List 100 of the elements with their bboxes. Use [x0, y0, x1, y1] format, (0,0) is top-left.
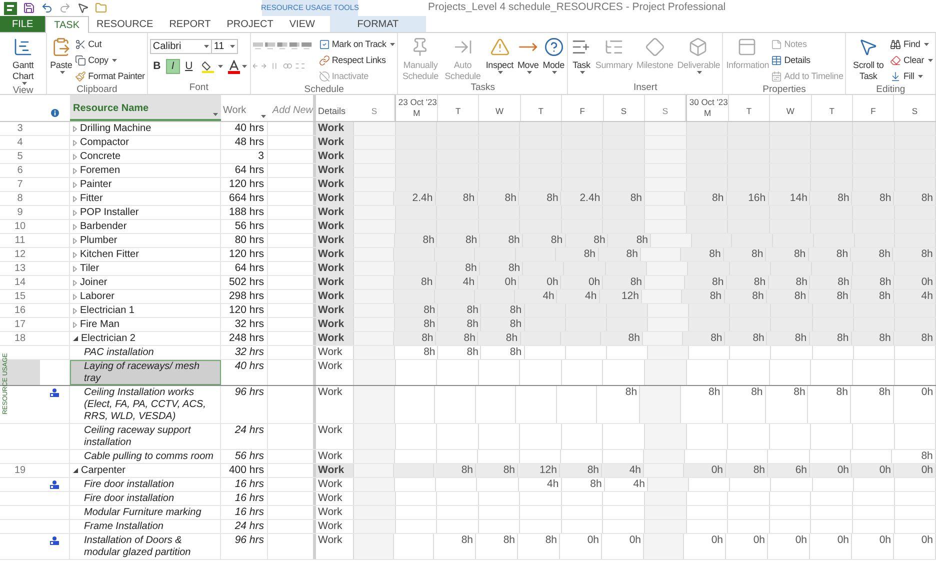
- resource-name: Fire door installation: [84, 478, 176, 491]
- column-header[interactable]: Work: [221, 95, 268, 121]
- resource-name-cell[interactable]: Fire Man: [70, 318, 221, 331]
- work-hours-cell: 8h: [893, 248, 936, 261]
- ribbon-tab[interactable]: VIEW: [281, 16, 323, 32]
- font-color-icon[interactable]: [228, 60, 248, 74]
- resource-name-cell[interactable]: Fitter: [70, 192, 221, 205]
- ribbon-tab[interactable]: RESOURCE: [88, 16, 162, 32]
- ribbon-button[interactable]: Mark on Track: [318, 37, 396, 52]
- ribbon-button[interactable]: Copy: [75, 53, 145, 68]
- add-column-header[interactable]: Add New: [268, 95, 313, 121]
- work-hours-cell: 8h: [437, 234, 480, 247]
- resource-name: Electrician 1: [80, 304, 136, 317]
- font-style-button[interactable]: B: [150, 59, 164, 74]
- resource-name-cell[interactable]: Laying of raceways/ mesh tray: [70, 360, 221, 385]
- ribbon-button[interactable]: Task: [570, 36, 592, 74]
- font-name-field[interactable]: Calibri: [150, 39, 212, 54]
- resource-name-cell[interactable]: Tiler: [70, 262, 221, 275]
- work-hours-cell: 8h: [481, 318, 525, 331]
- day-label: T: [454, 105, 462, 118]
- expand-arrow-icon[interactable]: [73, 308, 77, 314]
- work-hours-cell: 8h: [684, 276, 727, 289]
- ribbon-button[interactable]: Paste: [49, 36, 74, 74]
- expand-arrow-icon[interactable]: [73, 154, 77, 160]
- resource-name-cell[interactable]: POP Installer: [70, 206, 221, 219]
- expand-arrow-icon[interactable]: [73, 126, 77, 132]
- ribbon-tab[interactable]: TASK: [45, 16, 89, 33]
- touch-mode-icon[interactable]: [77, 2, 89, 14]
- resource-name-cell[interactable]: Installation of Doors & modular glazed partition: [70, 534, 221, 559]
- work-hours-cell: 8h: [724, 248, 766, 261]
- resource-name-cell[interactable]: Barbender: [70, 220, 221, 233]
- ribbon-button[interactable]: Respect Links: [318, 53, 396, 68]
- ribbon-tab[interactable]: FORMAT: [330, 16, 426, 32]
- resource-name-cell[interactable]: Carpenter: [70, 464, 221, 477]
- resource-name-cell[interactable]: Painter: [70, 178, 221, 191]
- resource-name-cell[interactable]: Kitchen Fitter: [70, 248, 221, 261]
- expand-arrow-icon[interactable]: [73, 252, 77, 258]
- resource-name-cell[interactable]: PAC installation: [70, 346, 221, 359]
- fill-down-icon: [890, 71, 902, 82]
- expand-arrow-icon[interactable]: [73, 196, 77, 202]
- font-style-button[interactable]: U: [182, 59, 196, 74]
- redo-icon[interactable]: [59, 2, 71, 14]
- resource-name-cell[interactable]: Fire door installation: [70, 492, 221, 505]
- ribbon-button[interactable]: Cut: [75, 37, 145, 52]
- undo-icon[interactable]: [41, 2, 53, 14]
- resource-name-cell[interactable]: Foremen: [70, 164, 221, 177]
- expand-arrow-icon[interactable]: [73, 280, 77, 286]
- resource-name-cell[interactable]: Concrete: [70, 150, 221, 163]
- ribbon-button[interactable]: Move: [516, 36, 540, 74]
- collapse-arrow-icon[interactable]: [73, 468, 78, 473]
- expand-arrow-icon[interactable]: [73, 238, 77, 244]
- resource-name-cell[interactable]: Electrician 1: [70, 304, 221, 317]
- fill-color-icon[interactable]: [202, 60, 224, 73]
- resource-name-cell[interactable]: Laborer: [70, 290, 221, 303]
- save-icon[interactable]: [23, 2, 35, 14]
- folder-icon[interactable]: [95, 2, 107, 14]
- ribbon-button[interactable]: Find: [890, 37, 933, 52]
- expand-arrow-icon[interactable]: [73, 294, 77, 300]
- ribbon-button[interactable]: Inspect: [484, 36, 514, 74]
- resource-name-cell[interactable]: Ceiling raceway support installation: [70, 424, 221, 449]
- ribbon-button[interactable]: Scroll to Task: [848, 36, 888, 82]
- ribbon-tab[interactable]: REPORT: [161, 16, 219, 32]
- help-icon: [544, 37, 564, 57]
- day-label: S: [910, 105, 919, 118]
- collapse-arrow-icon[interactable]: [73, 336, 78, 341]
- ribbon-button[interactable]: Fill: [890, 69, 933, 84]
- ribbon-button[interactable]: Details: [771, 53, 844, 68]
- percent-complete-icons[interactable]: [252, 40, 313, 52]
- calendar-icon: [771, 71, 782, 82]
- expand-arrow-icon[interactable]: [73, 224, 77, 230]
- resource-name-cell[interactable]: Plumber: [70, 234, 221, 247]
- expand-arrow-icon[interactable]: [73, 266, 77, 272]
- resource-name-cell[interactable]: Drilling Machine: [70, 122, 221, 135]
- expand-arrow-icon[interactable]: [73, 210, 77, 216]
- check-icon: [318, 39, 330, 50]
- resource-name-cell[interactable]: Ceiling Installation works (Elect, FA, PA, CCTV, ACS, RRS, WLD, VESDA): [70, 386, 221, 423]
- ribbon-tab[interactable]: PROJECT: [218, 16, 282, 32]
- ribbon-button[interactable]: Mode: [542, 36, 566, 74]
- resource-name-cell[interactable]: Fire door installation: [70, 478, 221, 491]
- ribbon-button[interactable]: Clear: [890, 53, 933, 68]
- ribbon-button[interactable]: Gantt Chart: [2, 36, 44, 85]
- resource-name-cell[interactable]: Electrician 2: [70, 332, 221, 345]
- details-cell: Work: [316, 276, 354, 289]
- resource-name-cell[interactable]: Modular Furniture marking: [70, 506, 221, 519]
- resource-name-cell[interactable]: Frame Installation: [70, 520, 221, 533]
- expand-arrow-icon[interactable]: [73, 140, 77, 146]
- work-hours-cell: 0h: [478, 276, 520, 289]
- resource-name-cell[interactable]: Compactor: [70, 136, 221, 149]
- expand-arrow-icon[interactable]: [73, 182, 77, 188]
- ribbon-tab[interactable]: FILE: [0, 16, 46, 32]
- resource-name-cell[interactable]: Joiner: [70, 276, 221, 289]
- work-hours-cell: 16h: [726, 192, 769, 205]
- font-size-field[interactable]: 11: [212, 39, 238, 54]
- column-header[interactable]: Resource Name: [70, 95, 221, 121]
- work-cell: 188 hrs: [221, 206, 268, 219]
- expand-arrow-icon[interactable]: [73, 322, 77, 328]
- expand-arrow-icon[interactable]: [73, 168, 77, 174]
- ribbon-button[interactable]: Format Painter: [75, 69, 145, 84]
- caret-icon: [918, 75, 924, 78]
- font-style-button[interactable]: I: [166, 59, 180, 74]
